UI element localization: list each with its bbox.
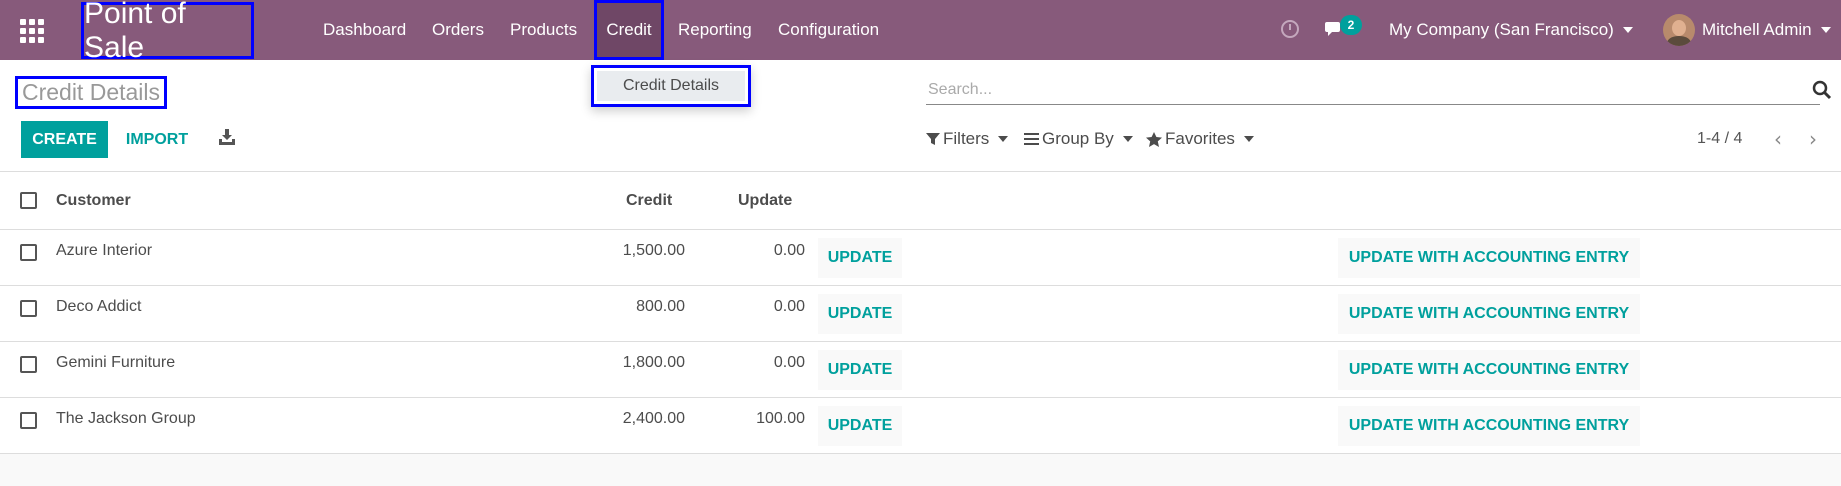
- top-navbar: Point of Sale Dashboard Orders Products …: [0, 0, 1841, 64]
- column-update[interactable]: Update: [738, 172, 792, 230]
- cell-credit: 800.00: [636, 298, 685, 315]
- row-checkbox[interactable]: [20, 412, 37, 429]
- user-menu[interactable]: Mitchell Admin: [1702, 0, 1831, 60]
- menu-orders[interactable]: Orders: [432, 0, 484, 60]
- table-row[interactable]: Deco Addict 800.00 0.00 UPDATE UPDATE WI…: [0, 286, 1841, 342]
- update-with-accounting-entry-button[interactable]: UPDATE WITH ACCOUNTING ENTRY: [1338, 238, 1640, 278]
- favorites-button[interactable]: Favorites: [1146, 120, 1254, 158]
- credit-dropdown-menu: Credit Details: [591, 65, 751, 107]
- company-name: My Company (San Francisco): [1389, 20, 1614, 39]
- table-row[interactable]: Azure Interior 1,500.00 0.00 UPDATE UPDA…: [0, 230, 1841, 286]
- menu-credit[interactable]: Credit: [594, 0, 664, 60]
- row-checkbox[interactable]: [20, 356, 37, 373]
- list-footer-space: [0, 456, 1841, 486]
- star-icon: [1146, 131, 1162, 147]
- table-row[interactable]: The Jackson Group 2,400.00 100.00 UPDATE…: [0, 398, 1841, 454]
- company-switcher[interactable]: My Company (San Francisco): [1389, 0, 1633, 60]
- cell-customer: Deco Addict: [56, 298, 142, 315]
- user-name: Mitchell Admin: [1702, 20, 1812, 39]
- table-row[interactable]: Gemini Furniture 1,800.00 0.00 UPDATE UP…: [0, 342, 1841, 398]
- filters-label: Filters: [943, 129, 990, 148]
- cell-customer: The Jackson Group: [56, 410, 196, 427]
- update-button[interactable]: UPDATE: [818, 406, 902, 446]
- cell-customer: Gemini Furniture: [56, 354, 176, 371]
- filters-button[interactable]: Filters: [926, 120, 1009, 158]
- column-customer[interactable]: Customer: [56, 172, 131, 230]
- download-icon[interactable]: [218, 128, 236, 146]
- group-by-label: Group By: [1042, 129, 1114, 148]
- chevron-right-icon[interactable]: ›: [1803, 120, 1823, 158]
- row-checkbox[interactable]: [20, 300, 37, 317]
- cell-update: 0.00: [773, 242, 805, 259]
- app-title[interactable]: Point of Sale: [81, 0, 254, 64]
- chevron-left-icon[interactable]: ‹: [1768, 120, 1788, 158]
- update-button[interactable]: UPDATE: [818, 294, 902, 334]
- messages-count-badge: 2: [1340, 15, 1362, 35]
- search-icon[interactable]: [1812, 80, 1832, 100]
- group-by-icon: [1024, 133, 1039, 145]
- import-button[interactable]: IMPORT: [116, 121, 198, 158]
- favorites-label: Favorites: [1165, 129, 1235, 148]
- control-panel: Credit Details CREATE IMPORT Filters Gro…: [0, 60, 1841, 172]
- create-button[interactable]: CREATE: [21, 121, 108, 158]
- table-header: Customer Credit Update: [0, 172, 1841, 230]
- chevron-down-icon: [1820, 27, 1831, 33]
- chevron-down-icon: [1243, 136, 1254, 142]
- menu-products[interactable]: Products: [510, 0, 577, 60]
- activity-clock-icon[interactable]: [1281, 20, 1299, 38]
- avatar[interactable]: [1663, 14, 1695, 46]
- group-by-button[interactable]: Group By: [1024, 120, 1133, 158]
- filter-icon: [926, 133, 940, 145]
- cell-update: 0.00: [773, 298, 805, 315]
- chevron-down-icon: [1622, 27, 1633, 33]
- menu-configuration[interactable]: Configuration: [778, 0, 879, 60]
- cell-customer: Azure Interior: [56, 242, 153, 259]
- update-button[interactable]: UPDATE: [818, 238, 902, 278]
- chevron-down-icon: [998, 136, 1009, 142]
- pager-value[interactable]: 1-4 / 4: [1697, 120, 1742, 158]
- menu-dashboard[interactable]: Dashboard: [323, 0, 406, 60]
- update-button[interactable]: UPDATE: [818, 350, 902, 390]
- cell-update: 0.00: [773, 354, 805, 371]
- menu-item-credit-details[interactable]: Credit Details: [597, 71, 745, 101]
- search-input[interactable]: [926, 75, 1820, 105]
- apps-menu-icon[interactable]: [20, 19, 44, 43]
- chevron-down-icon: [1122, 136, 1133, 142]
- cell-credit: 2,400.00: [622, 410, 685, 427]
- column-credit[interactable]: Credit: [626, 172, 672, 230]
- select-all-checkbox[interactable]: [20, 192, 37, 209]
- cell-credit: 1,500.00: [622, 242, 685, 259]
- update-with-accounting-entry-button[interactable]: UPDATE WITH ACCOUNTING ENTRY: [1338, 350, 1640, 390]
- row-checkbox[interactable]: [20, 244, 37, 261]
- page-title: Credit Details: [15, 76, 167, 109]
- cell-update: 100.00: [756, 410, 805, 427]
- update-with-accounting-entry-button[interactable]: UPDATE WITH ACCOUNTING ENTRY: [1338, 406, 1640, 446]
- menu-reporting[interactable]: Reporting: [678, 0, 752, 60]
- update-with-accounting-entry-button[interactable]: UPDATE WITH ACCOUNTING ENTRY: [1338, 294, 1640, 334]
- cell-credit: 1,800.00: [622, 354, 685, 371]
